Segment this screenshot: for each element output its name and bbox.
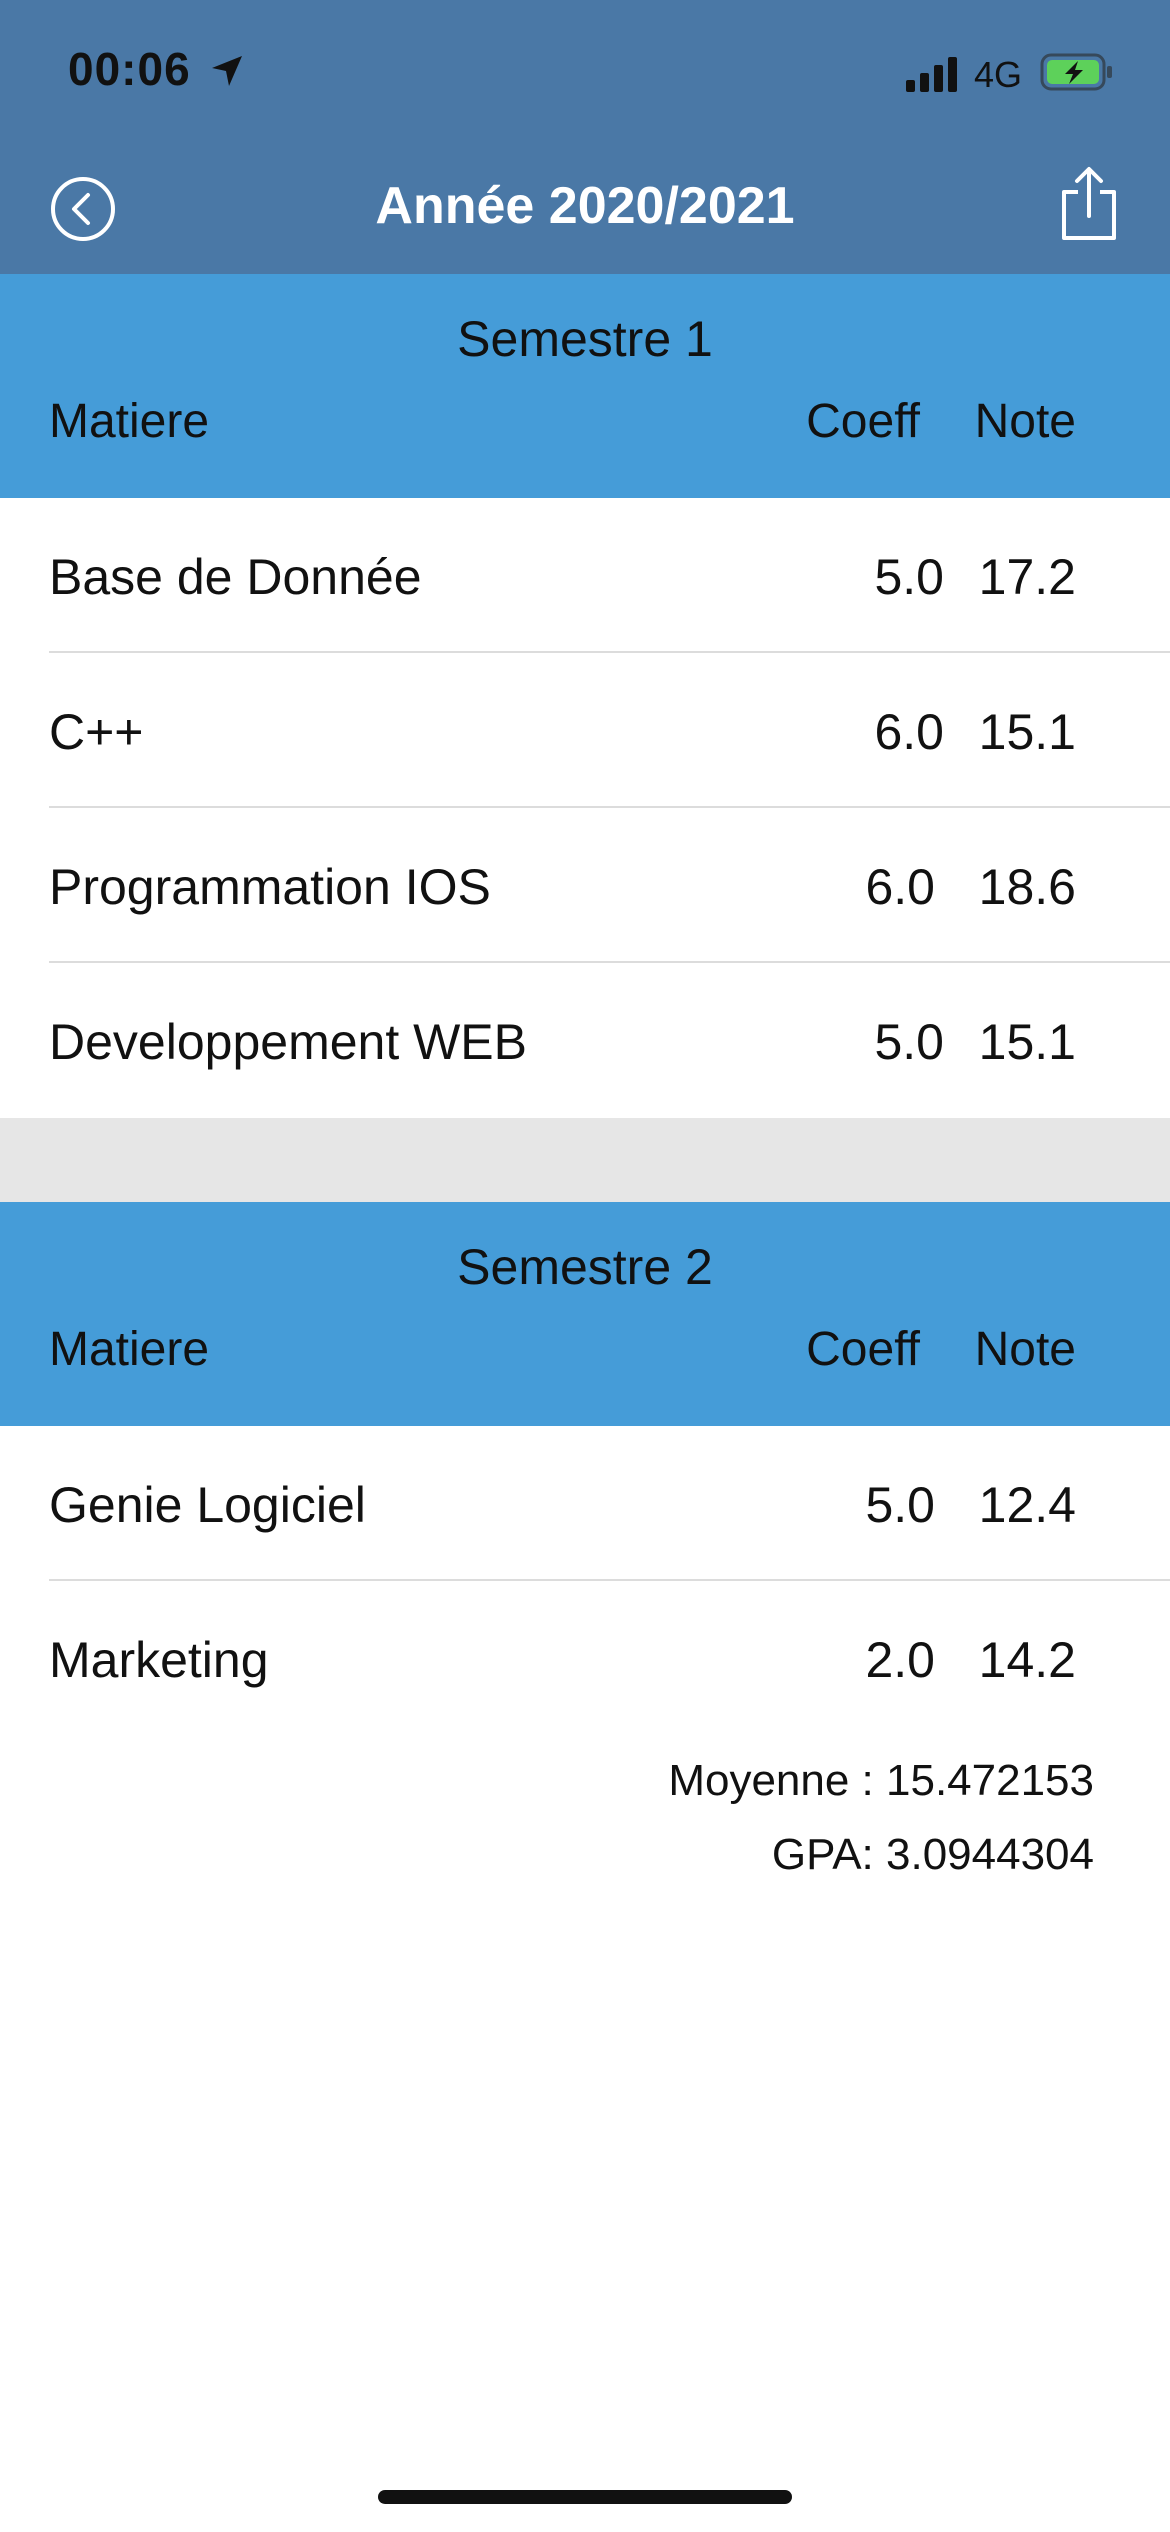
home-indicator[interactable]: [378, 2490, 792, 2504]
subject-coeff: 5.0: [874, 1014, 944, 1070]
section-separator: [0, 1118, 1170, 1202]
subject-note: 15.1: [978, 1014, 1076, 1070]
page-title: Année 2020/2021: [375, 177, 795, 235]
subject-coeff: 5.0: [874, 549, 944, 605]
section-title: Semestre 2: [457, 1239, 713, 1295]
average-label: Moyenne : 15.472153: [668, 1756, 1094, 1805]
column-header-subject: Matiere: [49, 395, 210, 448]
subject-coeff: 2.0: [865, 1632, 935, 1688]
column-header-coeff: Coeff: [806, 1323, 920, 1376]
share-button[interactable]: [1058, 166, 1120, 242]
section-header-semestre-2: Semestre 2 Matiere Coeff Note: [0, 1202, 1170, 1426]
subject-name: Base de Donnée: [49, 549, 422, 605]
gpa-label: GPA: 3.0944304: [771, 1830, 1094, 1879]
status-time: 00:06: [68, 43, 191, 95]
table-row[interactable]: Genie Logiciel 5.0 12.4: [0, 1426, 1170, 1581]
table-row[interactable]: C++ 6.0 15.1: [0, 653, 1170, 808]
subject-coeff: 6.0: [865, 859, 935, 915]
subject-name: Programmation IOS: [49, 859, 491, 915]
subject-note: 18.6: [978, 859, 1076, 915]
battery-charging-icon: [1040, 53, 1112, 91]
column-header-coeff: Coeff: [806, 395, 920, 448]
subject-note: 17.2: [978, 549, 1076, 605]
network-type: 4G: [974, 54, 1023, 95]
signal-bars-icon: [906, 57, 957, 92]
column-header-note: Note: [974, 1323, 1076, 1376]
column-header-note: Note: [974, 395, 1076, 448]
location-arrow-icon: [212, 56, 242, 86]
subject-coeff: 6.0: [874, 704, 944, 760]
table-row[interactable]: Developpement WEB 5.0 15.1: [0, 963, 1170, 1118]
navigation-bar: 00:06 4G Année 2020/2021: [0, 0, 1170, 274]
section-header-semestre-1: Semestre 1 Matiere Coeff Note: [0, 274, 1170, 498]
subject-note: 12.4: [978, 1477, 1076, 1533]
table-row[interactable]: Base de Donnée 5.0 17.2: [0, 498, 1170, 653]
subject-name: C++: [49, 704, 144, 760]
subject-coeff: 5.0: [865, 1477, 935, 1533]
subject-name: Marketing: [49, 1632, 269, 1688]
table-row[interactable]: Programmation IOS 6.0 18.6: [0, 808, 1170, 963]
subject-note: 14.2: [978, 1632, 1076, 1688]
column-header-subject: Matiere: [49, 1323, 210, 1376]
subject-note: 15.1: [978, 704, 1076, 760]
section-title: Semestre 1: [457, 311, 713, 367]
subject-name: Genie Logiciel: [49, 1477, 366, 1533]
subject-name: Developpement WEB: [49, 1014, 528, 1070]
table-row[interactable]: Marketing 2.0 14.2: [0, 1581, 1170, 1736]
